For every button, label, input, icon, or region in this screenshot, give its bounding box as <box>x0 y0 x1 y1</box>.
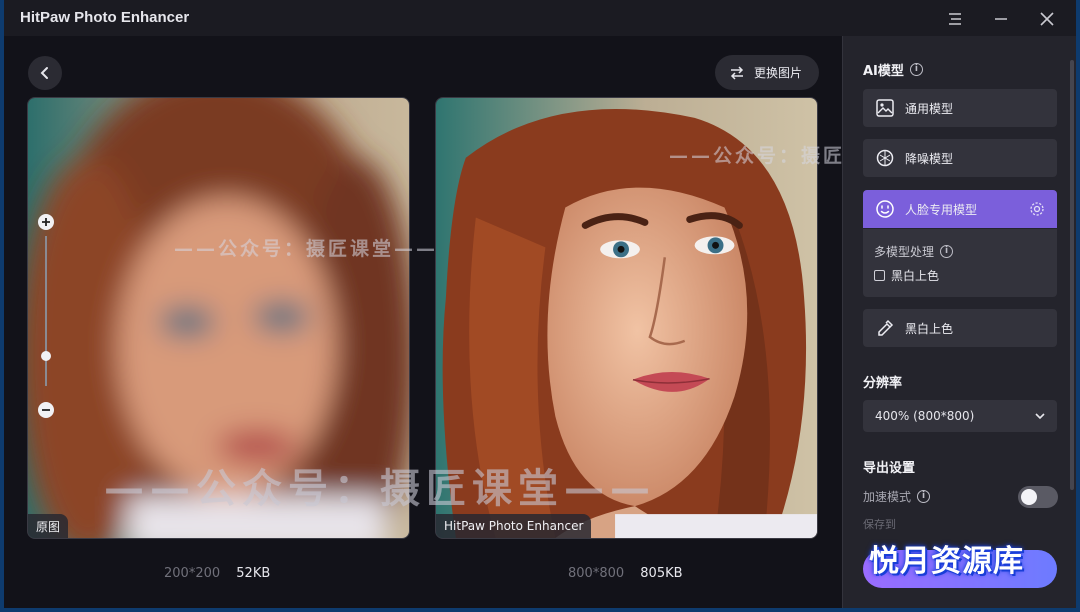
original-meta: 200*200 52KB <box>164 566 270 581</box>
chevron-down-icon <box>1035 413 1045 420</box>
replace-image-label: 更换图片 <box>754 66 803 80</box>
model-denoise-label: 降噪模型 <box>905 151 954 166</box>
menu-icon[interactable] <box>944 8 966 30</box>
minimize-icon[interactable] <box>990 8 1012 30</box>
close-icon[interactable] <box>1036 8 1058 30</box>
ai-model-heading: AI模型 i <box>863 60 923 79</box>
ai-model-title: AI模型 <box>863 64 904 79</box>
image-icon <box>876 99 894 117</box>
plus-icon <box>42 218 50 226</box>
model-general-button[interactable]: 通用模型 <box>863 89 1057 127</box>
zoom-thumb[interactable] <box>41 351 51 361</box>
app-window: HitPaw Photo Enhancer 更换图片 原图 HitPaw Pho… <box>4 0 1076 608</box>
enhanced-filesize: 805KB <box>640 566 683 581</box>
zoom-out-button[interactable] <box>38 402 54 418</box>
colorize-checkbox-label: 黑白上色 <box>891 269 940 283</box>
info-icon[interactable]: i <box>909 63 923 76</box>
app-title: HitPaw Photo Enhancer <box>20 9 190 26</box>
zoom-in-button[interactable] <box>38 214 54 230</box>
resolution-select[interactable]: 400% (800*800) <box>863 400 1057 432</box>
watermark-left: ——公众号：摄匠课堂—— <box>174 238 439 260</box>
model-denoise-button[interactable]: 降噪模型 <box>863 139 1057 177</box>
info-icon[interactable]: i <box>940 245 954 258</box>
brand-watermark: 悦月资源库 <box>869 544 1024 579</box>
accel-mode-toggle[interactable] <box>1018 486 1058 508</box>
zoom-track[interactable] <box>45 236 47 386</box>
back-button[interactable] <box>28 56 62 90</box>
watermark-big: ——公众号：摄匠课堂—— <box>104 466 656 512</box>
multi-model-panel: 多模型处理 i 黑白上色 <box>863 229 1057 297</box>
colorize-checkbox[interactable] <box>874 270 885 281</box>
colorize-icon <box>878 319 894 336</box>
preview-area: 更换图片 原图 HitPaw Photo Enhancer 200*200 52… <box>4 36 930 608</box>
minus-icon <box>42 409 50 411</box>
title-bar: HitPaw Photo Enhancer <box>4 0 1076 36</box>
export-heading: 导出设置 <box>863 457 915 476</box>
accel-mode-label: 加速模式 <box>863 490 912 504</box>
model-colorize-button[interactable]: 黑白上色 <box>863 309 1057 347</box>
original-dimensions: 200*200 <box>164 566 221 581</box>
colorize-checkbox-row[interactable]: 黑白上色 <box>874 267 939 284</box>
multi-model-heading: 多模型处理 i <box>874 243 954 260</box>
original-tag: 原图 <box>28 514 69 538</box>
enhanced-dimensions: 800*800 <box>568 566 625 581</box>
model-face-label: 人脸专用模型 <box>905 202 978 217</box>
info-icon[interactable]: i <box>917 490 931 503</box>
face-icon <box>876 200 894 218</box>
zoom-slider[interactable] <box>36 214 56 418</box>
replace-image-button[interactable]: 更换图片 <box>715 55 819 90</box>
enhanced-meta: 800*800 805KB <box>568 566 683 581</box>
resolution-value: 400% (800*800) <box>875 409 975 423</box>
sidebar-scrollbar[interactable] <box>1070 60 1074 490</box>
swap-icon <box>730 65 744 80</box>
resolution-title: 分辨率 <box>863 376 903 391</box>
export-title: 导出设置 <box>863 461 916 476</box>
denoise-icon <box>876 149 894 167</box>
enhanced-tag: HitPaw Photo Enhancer <box>436 514 592 538</box>
save-to-label: 保存到 <box>863 518 896 531</box>
gear-icon[interactable] <box>1029 201 1045 217</box>
multi-model-label: 多模型处理 <box>874 245 935 259</box>
settings-sidebar: AI模型 i 通用模型 降噪模型 人脸专用模型 多模型处理 i 黑白上色 黑白上… <box>842 36 1076 608</box>
original-filesize: 52KB <box>236 566 271 581</box>
model-face-button[interactable]: 人脸专用模型 <box>863 190 1057 228</box>
model-colorize-label: 黑白上色 <box>905 321 954 336</box>
chevron-left-icon <box>40 67 48 79</box>
toggle-knob <box>1021 489 1037 505</box>
resolution-heading: 分辨率 <box>863 372 902 391</box>
model-general-label: 通用模型 <box>905 101 954 116</box>
